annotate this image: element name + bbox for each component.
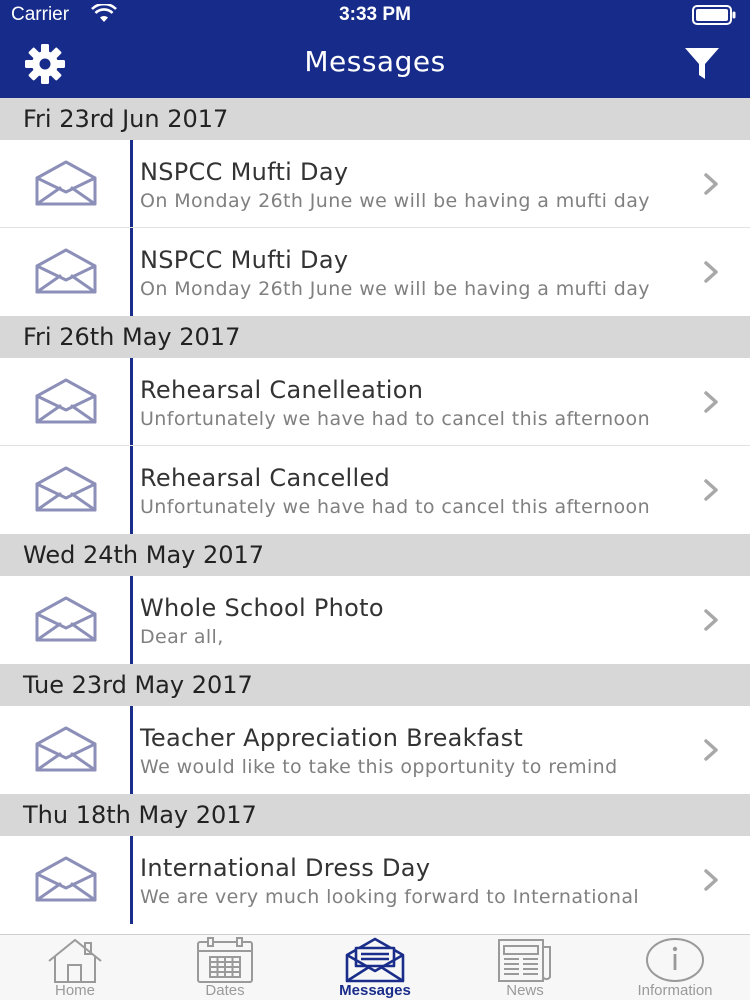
- message-preview: We would like to take this opportunity t…: [140, 756, 618, 778]
- tab-news[interactable]: News: [450, 935, 600, 1001]
- tab-label: Home: [54, 982, 95, 999]
- row-divider: [130, 228, 133, 316]
- message-row[interactable]: Rehearsal Cancelled Unfortunately we have…: [0, 446, 750, 534]
- message-preview: Unfortunately we have had to cancel this…: [140, 408, 651, 430]
- message-title: Teacher Appreciation Breakfast: [140, 724, 524, 752]
- message-row[interactable]: Whole School Photo Dear all,: [0, 576, 750, 664]
- tab-label: Messages: [339, 982, 411, 999]
- app-header: Carrier 3:33 PM Messages: [0, 0, 750, 98]
- tab-label: Information: [637, 982, 713, 999]
- tab-messages[interactable]: Messages: [300, 935, 450, 1001]
- envelope-icon: [34, 378, 98, 426]
- status-bar: Carrier 3:33 PM: [0, 0, 750, 30]
- envelope-icon: [34, 596, 98, 644]
- section-date-header: Thu 18th May 2017: [0, 794, 750, 836]
- message-row[interactable]: NSPCC Mufti Day On Monday 26th June we wi…: [0, 228, 750, 316]
- chevron-right-icon: [702, 390, 720, 414]
- message-row[interactable]: Teacher Appreciation Breakfast We would l…: [0, 706, 750, 794]
- row-divider: [130, 446, 133, 534]
- chevron-right-icon: [702, 738, 720, 762]
- tab-label: News: [506, 982, 544, 999]
- row-divider: [130, 358, 133, 445]
- chevron-right-icon: [702, 478, 720, 502]
- message-title: Whole School Photo: [140, 594, 384, 622]
- row-divider: [130, 140, 133, 227]
- message-row[interactable]: NSPCC Mufti Day On Monday 26th June we wi…: [0, 140, 750, 228]
- filter-icon[interactable]: [683, 45, 721, 83]
- message-preview: Dear all,: [140, 626, 224, 648]
- tab-information[interactable]: Information: [600, 935, 750, 1001]
- message-preview: On Monday 26th June we will be having a …: [140, 190, 650, 212]
- envelope-icon: [34, 856, 98, 904]
- message-title: Rehearsal Canelleation: [140, 376, 424, 404]
- envelope-icon: [34, 248, 98, 296]
- envelope-icon: [34, 466, 98, 514]
- envelope-icon: [34, 160, 98, 208]
- message-row[interactable]: International Dress Day We are very much …: [0, 836, 750, 924]
- message-preview: Unfortunately we have had to cancel this…: [140, 496, 651, 518]
- navigation-bar: Messages: [0, 30, 750, 98]
- chevron-right-icon: [702, 260, 720, 284]
- battery-icon: [692, 5, 736, 25]
- chevron-right-icon: [702, 608, 720, 632]
- section-date-header: Fri 23rd Jun 2017: [0, 98, 750, 140]
- section-date-header: Wed 24th May 2017: [0, 534, 750, 576]
- status-time: 3:33 PM: [339, 4, 411, 25]
- message-title: NSPCC Mufti Day: [140, 246, 349, 274]
- chevron-right-icon: [702, 868, 720, 892]
- message-title: NSPCC Mufti Day: [140, 158, 349, 186]
- row-divider: [130, 576, 133, 664]
- message-preview: On Monday 26th June we will be having a …: [140, 278, 650, 300]
- message-preview: We are very much looking forward to Inte…: [140, 886, 640, 908]
- tab-dates[interactable]: Dates: [150, 935, 300, 1001]
- row-divider: [130, 706, 133, 794]
- row-divider: [130, 836, 133, 924]
- message-row[interactable]: Rehearsal Canelleation Unfortunately we h…: [0, 358, 750, 446]
- chevron-right-icon: [702, 172, 720, 196]
- message-title: Rehearsal Cancelled: [140, 464, 391, 492]
- message-list[interactable]: Fri 23rd Jun 2017 NSPCC Mufti Day On Monda…: [0, 98, 750, 934]
- page-title: Messages: [304, 45, 446, 78]
- tab-label: Dates: [205, 982, 245, 999]
- tab-home[interactable]: Home: [0, 935, 150, 1001]
- section-date-header: Fri 26th May 2017: [0, 316, 750, 358]
- message-title: International Dress Day: [140, 854, 431, 882]
- envelope-icon: [34, 726, 98, 774]
- section-date-header: Tue 23rd May 2017: [0, 664, 750, 706]
- tab-bar: Home Dates Messages News Information: [0, 934, 750, 1000]
